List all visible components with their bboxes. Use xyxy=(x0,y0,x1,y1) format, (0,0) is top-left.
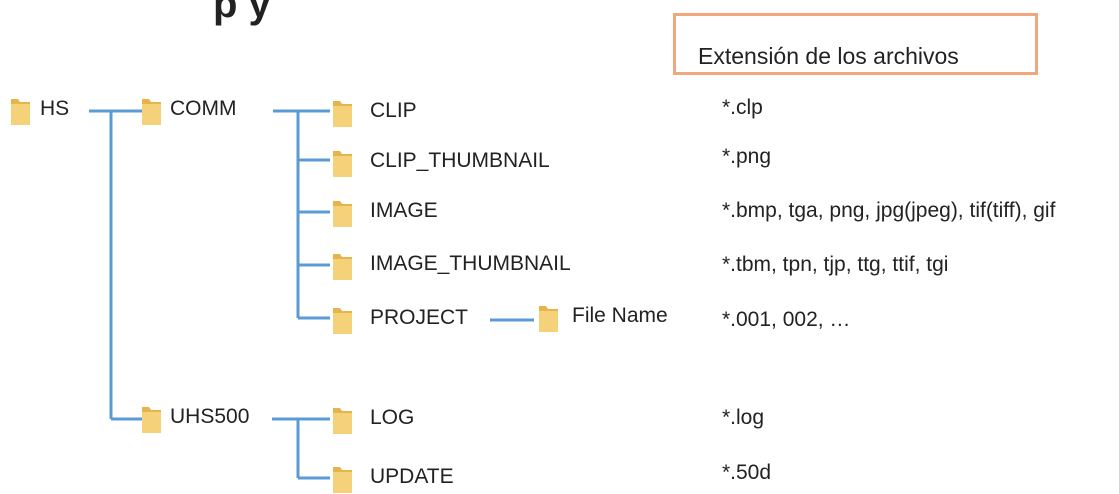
folder-icon xyxy=(333,101,352,127)
folder-icon xyxy=(142,407,161,433)
tree-node-label-hs: HS xyxy=(40,97,70,120)
folder-icon xyxy=(142,99,161,125)
folder-icon xyxy=(333,308,352,334)
tree-node-label-project: PROJECT xyxy=(370,306,469,329)
folder-icon xyxy=(11,99,30,125)
tree-node-label-clip-thumbnail: CLIP_THUMBNAIL xyxy=(370,149,550,172)
tree-node-label-image: IMAGE xyxy=(370,199,438,222)
extension-clip: *.clp xyxy=(722,96,763,119)
extension-log: *.log xyxy=(722,406,765,429)
tree-node-label-comm: COMM xyxy=(170,97,237,120)
tree-node-label-file-name: File Name xyxy=(572,304,668,327)
extension-clip-thumbnail: *.png xyxy=(722,145,772,168)
folder-icon xyxy=(333,151,352,177)
folder-icon xyxy=(539,306,558,332)
tree-node-label-clip: CLIP xyxy=(370,99,417,122)
tree-connectors xyxy=(89,109,534,480)
extension-project: *.001, 002, … xyxy=(722,308,851,331)
extension-image-thumbnail: *.tbm, tpn, tjp, ttg, ttif, tgi xyxy=(722,253,949,276)
folder-icon xyxy=(333,467,352,493)
folder-icon xyxy=(333,201,352,227)
folder-icon xyxy=(333,408,352,434)
tree-node-label-image-thumbnail: IMAGE_THUMBNAIL xyxy=(370,252,571,275)
extension-update: *.50d xyxy=(722,461,772,484)
tree-node-label-update: UPDATE xyxy=(370,465,454,488)
tree-node-label-uhs500: UHS500 xyxy=(170,405,250,428)
extension-image: *.bmp, tga, png, jpg(jpeg), tif(tiff), g… xyxy=(722,199,1056,222)
tree-node-label-log: LOG xyxy=(370,406,415,429)
folder-icon xyxy=(333,254,352,280)
